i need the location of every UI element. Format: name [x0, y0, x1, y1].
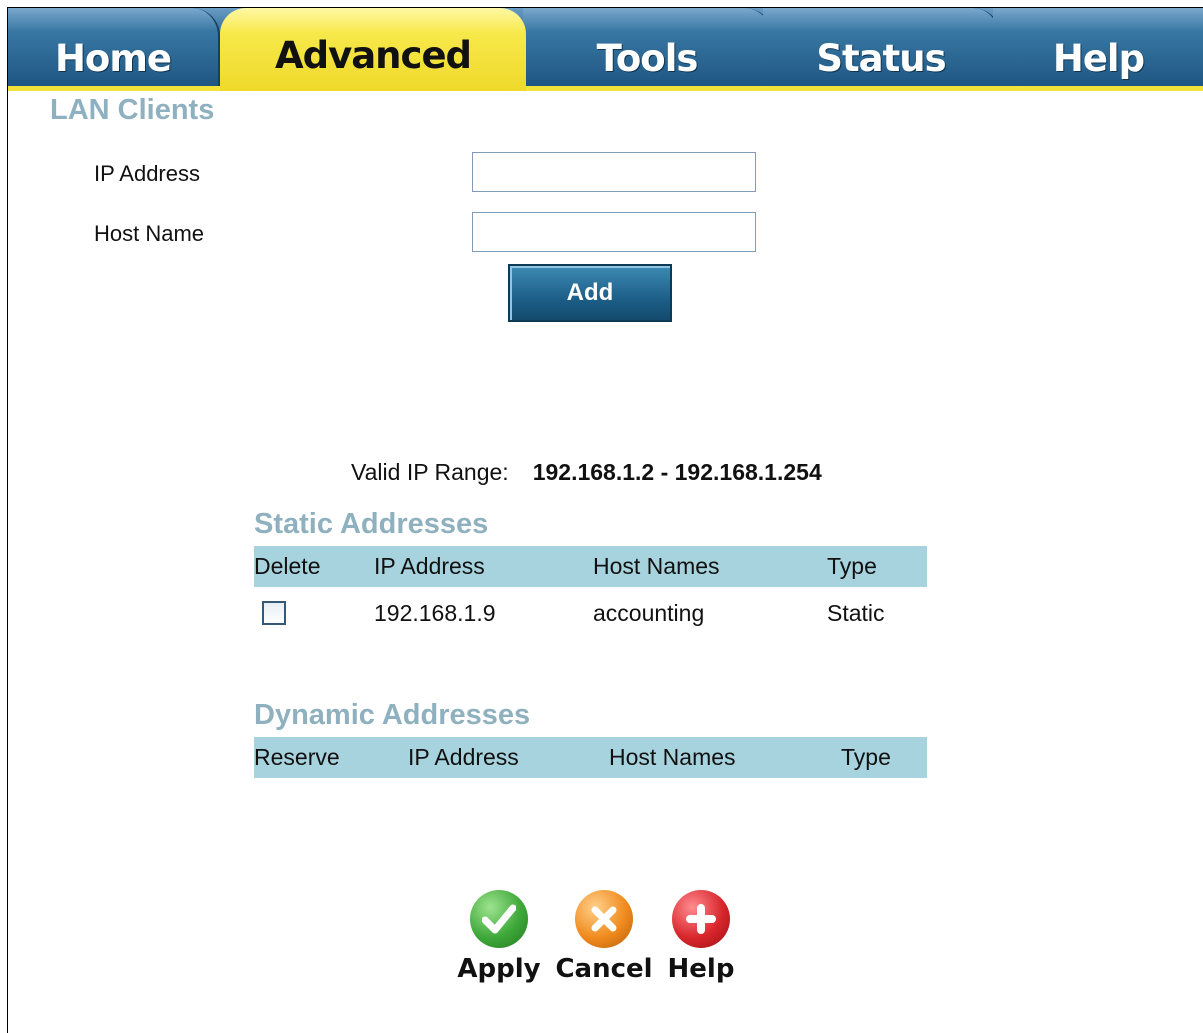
static-header-type: Type [827, 553, 877, 579]
apply-button[interactable]: Apply [449, 890, 549, 984]
tab-tools[interactable]: Tools [523, 8, 773, 86]
dynamic-header-reserve: Reserve [254, 744, 340, 770]
dynamic-table-header: Reserve IP Address Host Names Type [254, 737, 927, 778]
tab-help-label: Help [1052, 37, 1145, 80]
add-button-label: Add [566, 279, 614, 306]
valid-ip-range-value: 192.168.1.2 - 192.168.1.254 [532, 459, 822, 485]
tab-status-label: Status [816, 37, 946, 80]
apply-label: Apply [457, 954, 541, 984]
static-header-host: Host Names [593, 553, 720, 579]
ip-address-input[interactable] [472, 152, 756, 192]
cancel-button[interactable]: Cancel [554, 890, 654, 984]
delete-checkbox[interactable] [262, 601, 286, 625]
dynamic-header-host: Host Names [609, 744, 736, 770]
static-row-host: accounting [593, 600, 705, 626]
static-header-ip: IP Address [374, 553, 485, 579]
add-button[interactable]: Add [508, 264, 672, 322]
dynamic-addresses-title: Dynamic Addresses [254, 699, 531, 731]
tab-advanced-label: Advanced [274, 34, 472, 77]
host-name-input[interactable] [472, 212, 756, 252]
static-row-type: Static [827, 600, 885, 626]
dynamic-header-ip: IP Address [408, 744, 519, 770]
static-table-header: Delete IP Address Host Names Type [254, 546, 927, 587]
dynamic-header-type: Type [841, 744, 891, 770]
tab-home[interactable]: Home [8, 8, 220, 86]
tab-status[interactable]: Status [763, 8, 1001, 86]
tab-bar: Home Tools Status Help Advanced [8, 8, 1203, 91]
tab-advanced[interactable]: Advanced [220, 8, 526, 91]
static-header-delete: Delete [254, 553, 321, 579]
help-label: Help [667, 954, 735, 984]
tab-tools-label: Tools [596, 37, 699, 80]
router-config-page: Home Tools Status Help Advanced LAN Clie… [7, 7, 1203, 1033]
static-addresses-title: Static Addresses [254, 508, 489, 540]
x-icon [575, 890, 633, 948]
tab-help[interactable]: Help [993, 8, 1203, 86]
plus-icon [672, 890, 730, 948]
host-name-label: Host Name [94, 221, 205, 246]
ip-address-label: IP Address [94, 161, 200, 186]
cancel-label: Cancel [555, 954, 653, 984]
lan-clients-title: LAN Clients [50, 94, 215, 126]
check-icon [470, 890, 528, 948]
static-row-ip: 192.168.1.9 [374, 600, 496, 626]
valid-ip-range-label: Valid IP Range: [351, 459, 509, 485]
tab-home-label: Home [54, 37, 172, 80]
valid-ip-range: Valid IP Range: 192.168.1.2 - 192.168.1.2… [351, 459, 822, 486]
help-button[interactable]: Help [651, 890, 751, 984]
